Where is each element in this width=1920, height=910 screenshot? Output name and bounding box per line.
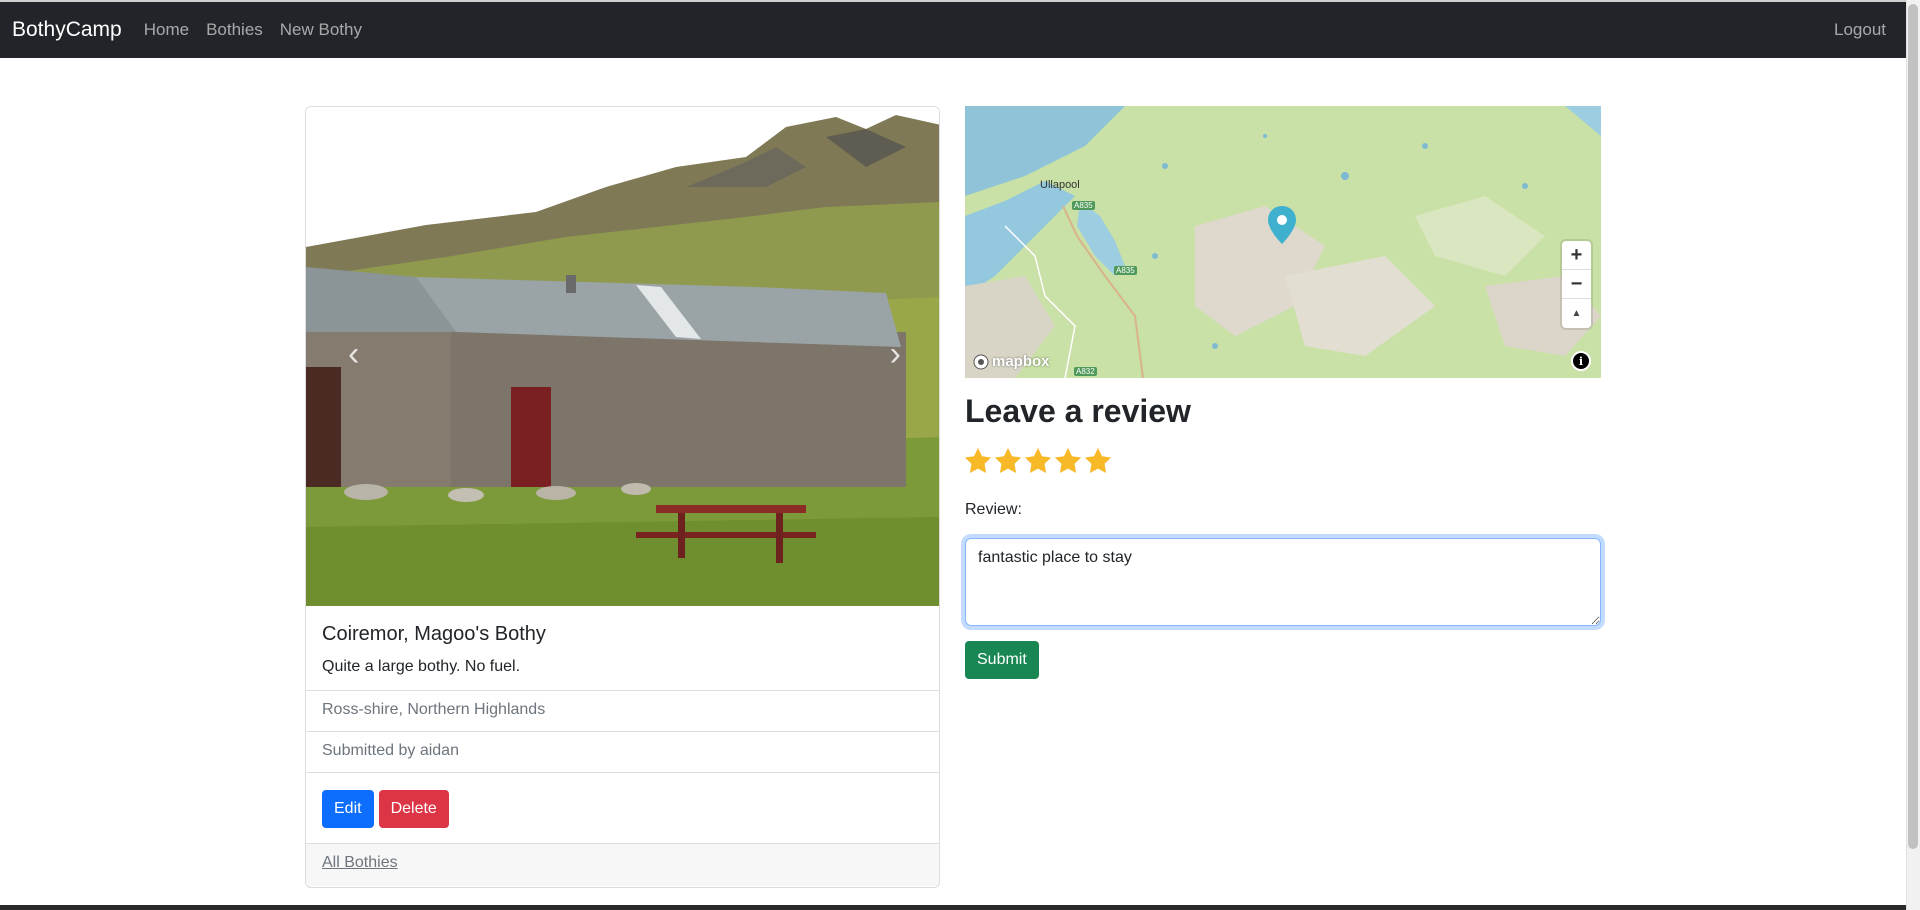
info-icon: i — [1573, 353, 1589, 369]
zoom-in-button[interactable]: + — [1562, 241, 1591, 270]
mapbox-logo[interactable]: mapbox — [973, 353, 1050, 370]
bothy-title: Coiremor, Magoo's Bothy — [322, 623, 546, 645]
star-icon[interactable] — [1023, 446, 1053, 476]
map-road-label: A835 — [1114, 266, 1137, 275]
star-icon[interactable] — [993, 446, 1023, 476]
nav-logout[interactable]: Logout — [1834, 20, 1886, 40]
map-controls: + − ▲ — [1562, 241, 1591, 328]
review-textarea[interactable]: fantastic place to stay — [965, 538, 1601, 626]
navbar: BothyCamp Home Bothies New Bothy Logout — [0, 2, 1906, 58]
bothy-author: Submitted by aidan — [306, 732, 939, 773]
map-info-button[interactable]: i — [1571, 351, 1591, 371]
brand-link[interactable]: BothyCamp — [12, 18, 122, 42]
map-town-label: Ullapool — [1040, 179, 1080, 191]
carousel-next-button[interactable]: › — [890, 337, 901, 371]
map-road-label: A835 — [1072, 201, 1095, 210]
card-body: Coiremor, Magoo's Bothy Quite a large bo… — [306, 606, 939, 691]
scrollbar[interactable] — [1906, 0, 1920, 910]
star-icon[interactable] — [1053, 446, 1083, 476]
compass-button[interactable]: ▲ — [1562, 299, 1591, 328]
window-bottom-border — [0, 905, 1906, 910]
review-label: Review: — [965, 501, 1022, 518]
mapbox-logo-icon — [973, 354, 989, 369]
nav-new-bothy[interactable]: New Bothy — [280, 20, 362, 40]
card-footer: All Bothies — [306, 844, 939, 886]
nav-home[interactable]: Home — [144, 20, 189, 40]
zoom-out-button[interactable]: − — [1562, 270, 1591, 299]
scrollbar-thumb[interactable] — [1908, 4, 1918, 849]
bothy-card: ‹ › Coiremor, Magoo's Bothy Quite a larg… — [305, 106, 940, 888]
star-icon[interactable] — [963, 446, 993, 476]
mapbox-attribution: mapbox — [992, 353, 1050, 370]
star-rating[interactable] — [963, 446, 1113, 476]
map-road-label: A832 — [1074, 367, 1097, 376]
card-actions: Edit Delete — [306, 773, 939, 844]
bothy-image-carousel: ‹ › — [306, 107, 939, 606]
map-marker-icon[interactable] — [1268, 206, 1296, 244]
location-map[interactable]: Ullapool A835 A835 A832 + − ▲ mapbox i — [965, 106, 1601, 378]
bothy-description: Quite a large bothy. No fuel. — [322, 658, 521, 675]
carousel-prev-button[interactable]: ‹ — [348, 337, 359, 371]
nav-bothies[interactable]: Bothies — [206, 20, 263, 40]
bothy-photo — [306, 107, 939, 606]
all-bothies-link[interactable]: All Bothies — [322, 854, 398, 871]
review-heading: Leave a review — [965, 393, 1191, 429]
delete-button[interactable]: Delete — [378, 790, 449, 828]
bothy-location: Ross-shire, Northern Highlands — [306, 691, 939, 732]
submit-button[interactable]: Submit — [965, 641, 1039, 679]
compass-icon: ▲ — [1571, 308, 1582, 319]
edit-button[interactable]: Edit — [322, 790, 374, 828]
star-icon[interactable] — [1083, 446, 1113, 476]
